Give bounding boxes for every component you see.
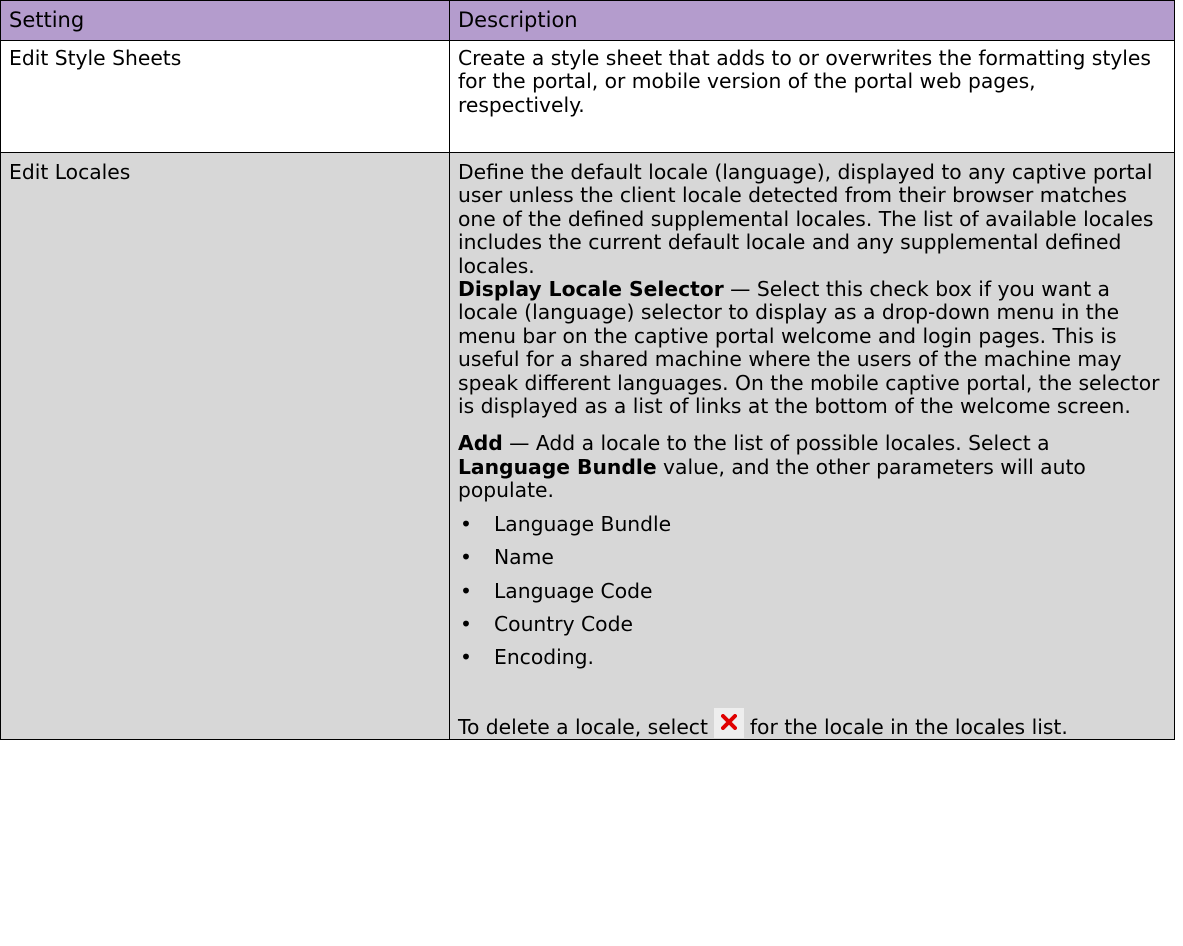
description-cell: Define the default locale (language), di… <box>449 151 1175 741</box>
add-para: Add — Add a locale to the list of possib… <box>458 432 1166 502</box>
list-item-label: Encoding. <box>494 645 594 670</box>
delete-text-before: To delete a locale, select <box>458 714 708 739</box>
header-setting: Setting <box>0 0 450 41</box>
list-item-label: Country Code <box>494 611 633 636</box>
delete-x-icon <box>713 707 744 738</box>
list-item: • Encoding. <box>458 645 1166 670</box>
description-cell: Create a style sheet that adds to or ove… <box>449 40 1175 153</box>
display-locale-selector-para: Display Locale Selector — Select this ch… <box>458 277 1166 418</box>
table-row-edit-style-sheets: Edit Style Sheets Create a style sheet t… <box>0 40 1175 153</box>
description-text: Create a style sheet that adds to or ove… <box>458 46 1151 117</box>
setting-cell: Edit Style Sheets <box>0 40 450 153</box>
locale-parameter-list: • Language Bundle • Name • Language Code • C… <box>458 511 1166 670</box>
bullet-icon: • <box>460 578 472 603</box>
setting-cell: Edit Locales <box>0 151 450 741</box>
description-text: Define the default locale (language), di… <box>458 160 1154 278</box>
bullet-icon: • <box>460 511 472 536</box>
list-item-label: Language Bundle <box>494 511 672 536</box>
add-text-1: — Add a locale to the list of possible l… <box>502 431 1050 456</box>
table-row-edit-locales: Edit Locales Define the default locale (… <box>0 151 1175 741</box>
list-item: • Language Code <box>458 578 1166 603</box>
list-item-label: Name <box>494 545 554 570</box>
settings-table: Setting Description Edit Style Sheets Cr… <box>0 0 1175 741</box>
bullet-icon: • <box>460 645 472 670</box>
bullet-icon: • <box>460 611 472 636</box>
delete-text-after: for the locale in the locales list. <box>749 714 1068 739</box>
add-term: Add <box>458 431 503 456</box>
bullet-icon: • <box>460 545 472 570</box>
list-item: • Language Bundle <box>458 511 1166 536</box>
language-bundle-term: Language Bundle <box>458 454 657 479</box>
delete-instruction: To delete a locale, select for the locale… <box>458 707 1166 739</box>
header-description: Description <box>449 0 1175 41</box>
list-item-label: Language Code <box>494 578 653 603</box>
list-item: • Name <box>458 545 1166 570</box>
table-header-row: Setting Description <box>0 0 1175 41</box>
list-item: • Country Code <box>458 611 1166 636</box>
display-locale-selector-term: Display Locale Selector <box>458 277 724 302</box>
